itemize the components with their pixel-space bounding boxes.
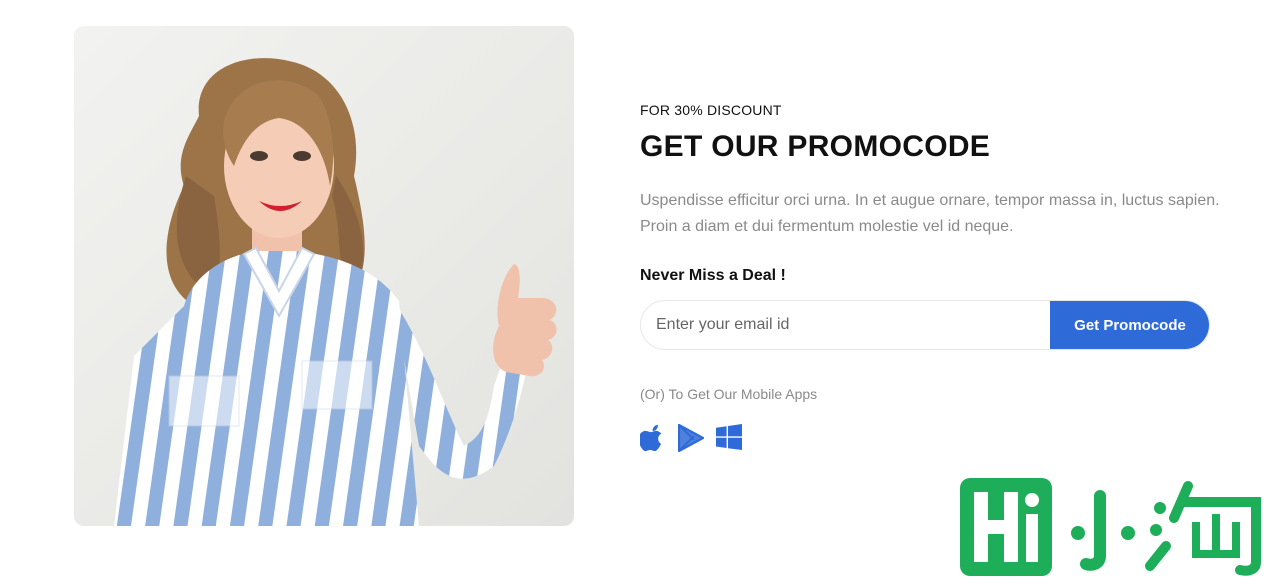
deal-heading: Never Miss a Deal ! [640, 267, 786, 284]
get-promocode-button[interactable]: Get Promocode [1050, 301, 1209, 349]
promo-description: Uspendisse efficitur orci urna. In et au… [640, 192, 1220, 235]
promocode-form: Get Promocode [640, 300, 1210, 350]
woman-thumbs-up-illustration [114, 58, 557, 526]
promo-title: GET OUR PROMOCODE [640, 130, 991, 163]
apps-note: (Or) To Get Our Mobile Apps [640, 386, 818, 402]
promo-photo [74, 26, 574, 526]
windows-icon[interactable] [716, 424, 742, 452]
app-store-links [638, 423, 742, 453]
google-play-icon[interactable] [677, 423, 705, 453]
email-input[interactable] [641, 301, 1050, 349]
promo-eyebrow: FOR 30% DISCOUNT [640, 102, 782, 118]
watermark-logo [960, 478, 1270, 578]
apple-icon[interactable] [638, 424, 666, 452]
